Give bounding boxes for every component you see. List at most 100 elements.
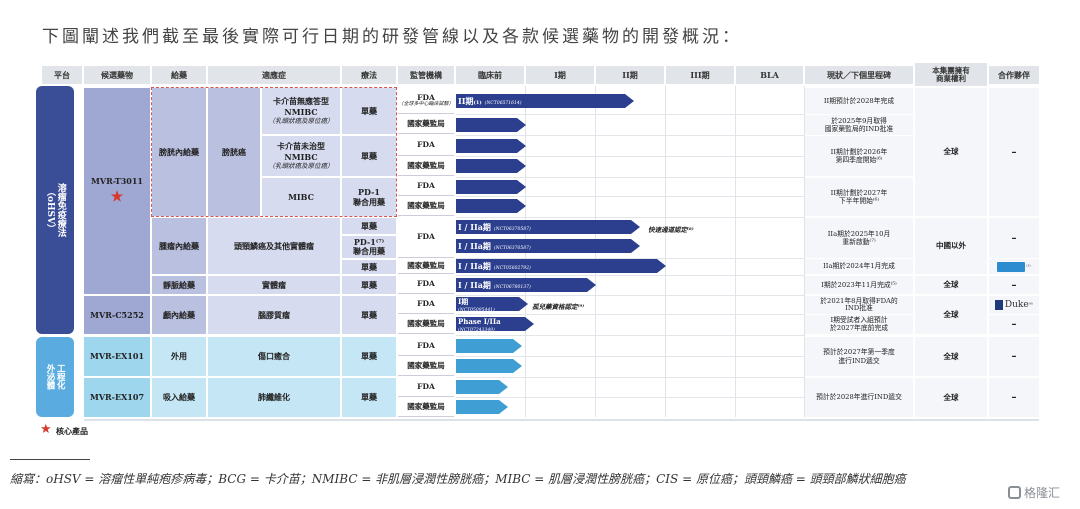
footnote-divider — [10, 459, 90, 460]
route-intravenous: 靜脈給藥 — [152, 276, 206, 294]
watermark: 格隆汇 — [1008, 484, 1060, 501]
row-divider — [456, 258, 804, 259]
col-header-indication: 適應症 — [208, 66, 340, 84]
regulator-fda: FDA — [398, 337, 454, 356]
regulator-nmpa: 國家藥監局 — [398, 157, 454, 176]
row-divider — [456, 275, 804, 276]
partner-none: – — [989, 337, 1039, 376]
regulator-fda: FDA — [398, 136, 454, 156]
indication-wound-healing: 傷口癒合 — [208, 337, 340, 376]
bar-label: I / IIa期 (NCT06780137) — [458, 280, 531, 290]
platform-ohsv-label: 溶瘤免疫療法 （oHSV） — [45, 183, 66, 237]
table-bottom-border — [84, 419, 1039, 421]
duke-shield-icon — [994, 300, 1003, 310]
progress-bar-preclinical — [456, 180, 526, 194]
row-divider — [456, 217, 804, 218]
col-header-partner: 合作夥伴 — [989, 66, 1039, 84]
platform-engineered-exosome: 工程化 外泌體 — [36, 337, 74, 417]
rights-global: 全球 — [915, 88, 987, 216]
route-topical: 外用 — [152, 337, 206, 376]
rights-global: 全球 — [915, 337, 987, 376]
therapy-mono: 單藥 — [342, 296, 396, 334]
progress-bar-preclinical — [456, 199, 526, 213]
status-milestone: II期計劃於2027年 下半年開始⁽⁶⁾ — [805, 178, 913, 216]
regulator-nmpa: 國家藥監局 — [398, 115, 454, 134]
col-header-preclinical: 臨床前 — [456, 66, 524, 84]
route-inhaled: 吸入給藥 — [152, 378, 206, 417]
status-milestone: 於2025年9月取得 國家藥監局的IND批准 — [805, 115, 913, 135]
col-header-status: 現狀／下個里程碑 — [805, 66, 913, 84]
status-milestone: 預計於2028年進行IND遞交 — [805, 378, 913, 417]
bar-label: II期(1) (NCT06571614) — [458, 96, 522, 106]
therapy-mono: 單藥 — [342, 337, 396, 376]
status-milestone: I期受試者入組預計 於2027年底前完成 — [805, 315, 913, 334]
abbreviations-footnote: 縮寫：oHSV = 溶瘤性單純疱疹病毒；BCG = 卡介苗；NMIBC = 非肌… — [10, 472, 906, 486]
partner-none: – — [989, 315, 1039, 334]
regulator-fda: FDA — [398, 178, 454, 196]
row-divider — [456, 177, 804, 178]
col-header-candidate: 候選藥物 — [84, 66, 150, 84]
indication-hnscc: 頭頸鱗癌及其他實體瘤 — [208, 218, 340, 274]
route-intratumoral: 腫瘤內給藥 — [152, 218, 206, 274]
status-milestone: II期預計於2028年完成 — [805, 88, 913, 114]
partner-duke: Duke ⁽⁶⁾ — [989, 296, 1039, 314]
page-heading: 下圖闡述我們截至最後實際可行日期的研發管線以及各款候選藥物的開發概況： — [42, 27, 742, 47]
status-milestone: IIa期於2025年10月 重新啟動⁽⁷⁾ — [805, 218, 913, 258]
col-header-rights: 本集團擁有 商業權利 — [915, 63, 987, 86]
platform-ohsv: 溶瘤免疫療法 （oHSV） — [36, 86, 74, 334]
regulator-nmpa: 國家藥監局 — [398, 315, 454, 334]
rights-ex-china: 中國以外 — [915, 218, 987, 274]
therapy-pd1-combo: PD-1⁽⁷⁾ 聯合用藥 — [342, 236, 396, 258]
candidate-name: MVR-T3011 — [91, 175, 143, 186]
regulator-nmpa: 國家藥監局 — [398, 398, 454, 417]
progress-bar-preclinical — [456, 339, 522, 353]
row-divider — [456, 114, 804, 115]
route-intracranial: 顱內給藥 — [152, 296, 206, 334]
progress-bar-preclinical — [456, 380, 508, 394]
candidate-mvr-c5252: MVR-C5252 — [84, 296, 150, 334]
indication-pulmonary-fibrosis: 肺纖維化 — [208, 378, 340, 417]
platform-exosome-label: 工程化 外泌體 — [45, 364, 66, 390]
therapy-mono: 單藥 — [342, 218, 396, 234]
progress-bar-preclinical — [456, 139, 526, 153]
col-header-phase2: II期 — [596, 66, 664, 84]
regulator-nmpa: 國家藥監局 — [398, 259, 454, 274]
regulator-nmpa: 國家藥監局 — [398, 197, 454, 216]
row-divider — [456, 397, 804, 398]
regulator-note: （全球多中心臨床試驗） — [398, 100, 454, 107]
regulator-fda: FDA （全球多中心臨床試驗） — [398, 88, 454, 114]
rights-global: 全球 — [915, 378, 987, 417]
core-product-star-icon: ★ — [110, 189, 124, 206]
col-header-bla: BLA — [736, 66, 803, 84]
partner-none: – — [989, 88, 1039, 216]
regulator-fda: FDA — [398, 296, 454, 314]
bladder-highlight-box — [151, 87, 397, 217]
progress-bar-preclinical — [456, 359, 522, 373]
legend-star-icon: ★ — [40, 422, 52, 437]
bar-label: I / IIa期 (NCT06370587) — [458, 241, 531, 251]
status-milestone: IIa期於2024年1月完成 — [805, 259, 913, 274]
bar-label: I / IIa期 (NCT06370587) — [458, 222, 531, 232]
partner-logo-icon — [997, 261, 1026, 272]
therapy-mono: 單藥 — [342, 260, 396, 274]
row-divider — [456, 335, 804, 336]
col-header-regulator: 監管機構 — [398, 66, 454, 84]
rights-global: 全球 — [915, 296, 987, 334]
row-divider — [456, 377, 804, 378]
candidate-mvr-ex107: MVR-EX107 — [84, 378, 150, 417]
legend-core-product: 核心產品 — [56, 426, 88, 436]
row-divider — [456, 314, 804, 315]
status-milestone: I期於2023年11月完成⁽⁵⁾ — [805, 276, 913, 294]
candidate-mvr-ex101: MVR-EX101 — [84, 337, 150, 376]
row-divider — [456, 295, 804, 296]
partner-none: – — [989, 378, 1039, 417]
col-header-phase3: III期 — [666, 66, 734, 84]
regulator-nmpa: 國家藥監局 — [398, 357, 454, 376]
therapy-mono: 單藥 — [342, 276, 396, 294]
status-milestone: 預計於2027年第一季度 進行IND遞交 — [805, 337, 913, 376]
candidate-mvr-t3011: MVR-T3011 ★ — [84, 88, 150, 294]
regulator-fda: FDA — [398, 378, 454, 397]
row-divider — [456, 196, 804, 197]
col-header-phase1: I期 — [526, 66, 594, 84]
regulator-fda: FDA — [398, 218, 454, 258]
